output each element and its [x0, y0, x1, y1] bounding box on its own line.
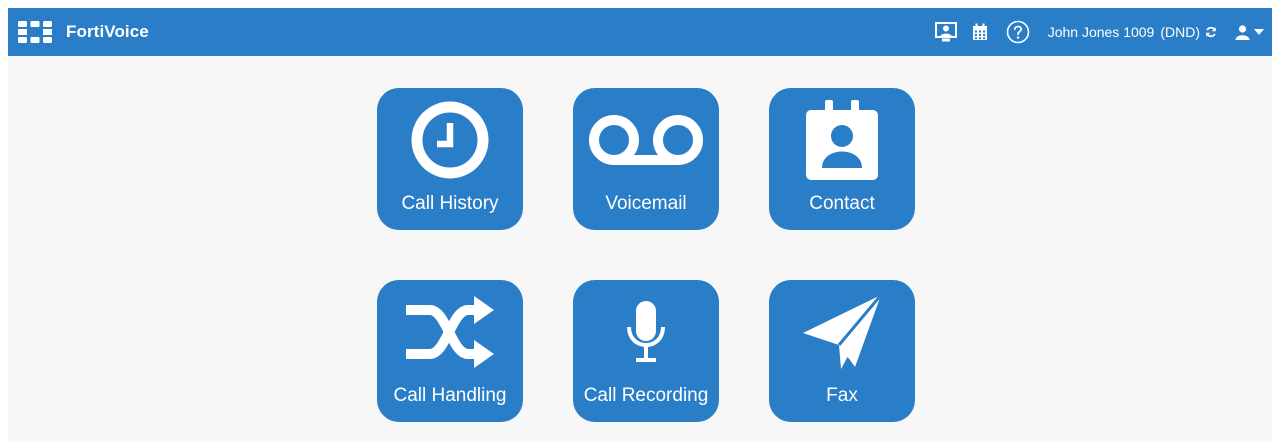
- shuffle-icon: [406, 296, 494, 368]
- call-recording-tile[interactable]: Call Recording: [573, 280, 719, 422]
- fax-tile[interactable]: Fax: [769, 280, 915, 422]
- caret-down-icon: [1254, 28, 1264, 35]
- header-tools: John Jones 1009 (DND): [934, 8, 1272, 56]
- brand[interactable]: FortiVoice: [18, 21, 149, 43]
- user-menu-button[interactable]: [1235, 24, 1264, 40]
- tile-label: Call History: [401, 193, 499, 214]
- refresh-status-button[interactable]: [1205, 26, 1217, 38]
- help-button[interactable]: [1006, 20, 1030, 44]
- presence-button[interactable]: [934, 22, 957, 42]
- calendar-icon: [972, 23, 987, 40]
- top-bar: FortiVoice John Jones 1009 (DND): [8, 8, 1272, 56]
- paper-plane-icon: [803, 294, 883, 369]
- voicemail-tile[interactable]: Voicemail: [573, 88, 719, 230]
- tile-label: Fax: [826, 385, 858, 406]
- user-icon: [1235, 24, 1250, 40]
- fortinet-logo-icon: [18, 21, 52, 43]
- tile-label: Voicemail: [605, 193, 687, 214]
- refresh-icon: [1206, 26, 1216, 38]
- voicemail-icon: [589, 115, 703, 165]
- contact-tile[interactable]: Contact: [769, 88, 915, 230]
- microphone-icon: [627, 301, 665, 362]
- app-frame: FortiVoice John Jones 1009 (DND) Call Hi…: [8, 8, 1272, 442]
- user-name: John Jones 1009: [1047, 24, 1155, 40]
- presence-icon: [934, 22, 957, 42]
- calendar-button[interactable]: [972, 23, 988, 41]
- call-handling-tile[interactable]: Call Handling: [377, 280, 523, 422]
- tile-label: Contact: [809, 193, 875, 214]
- contact-card-icon: [806, 100, 878, 180]
- tile-label: Call Recording: [583, 385, 709, 406]
- help-circle-icon: [1006, 20, 1030, 44]
- clock-icon: [411, 101, 489, 179]
- brand-name: FortiVoice: [66, 22, 149, 41]
- tile-label: Call Handling: [393, 385, 507, 406]
- call-history-tile[interactable]: Call History: [377, 88, 523, 230]
- user-status: (DND): [1160, 24, 1200, 40]
